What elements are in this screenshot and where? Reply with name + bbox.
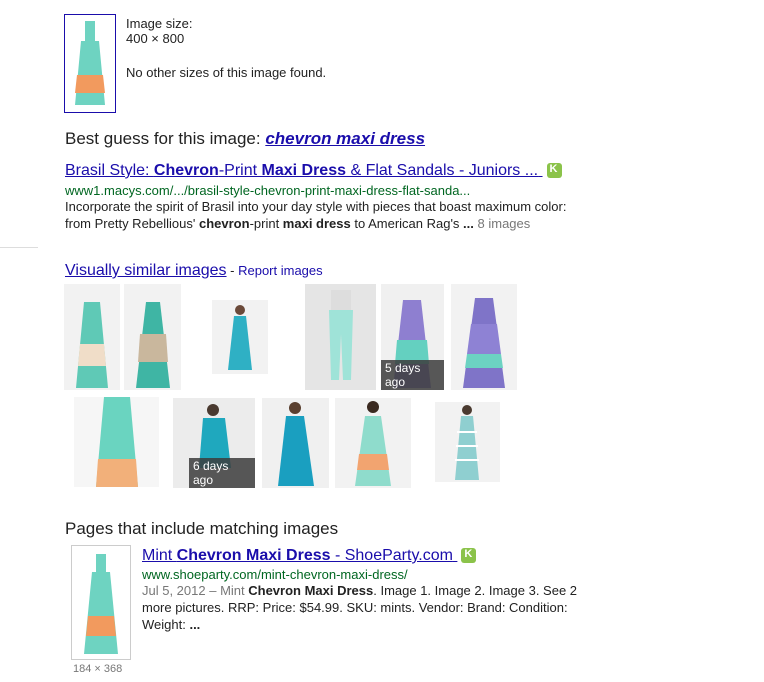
similar-image-thumb[interactable]: 5 days ago <box>381 284 444 390</box>
snippet-bold: maxi dress <box>282 216 351 231</box>
snippet-text: -print <box>249 216 283 231</box>
page-result: Mint Chevron Maxi Dress - ShoeParty.com … <box>142 547 642 633</box>
visually-similar-link[interactable]: Visually similar images <box>65 262 227 279</box>
result-snippet: Incorporate the spirit of Brasil into yo… <box>65 198 705 232</box>
page-result-thumbnail[interactable] <box>71 545 131 660</box>
query-image-thumbnail[interactable] <box>64 14 116 113</box>
best-guess-prefix: Best guess for this image: <box>65 129 261 148</box>
similar-image-thumb[interactable] <box>212 300 268 374</box>
snippet-line: Incorporate the spirit of Brasil into yo… <box>65 199 567 214</box>
snippet-line: from Pretty Rebellious' chevron-print ma… <box>65 215 705 232</box>
page-date: Jul 5, 2012 <box>142 583 206 598</box>
similar-image-thumb[interactable] <box>335 398 411 488</box>
snippet-line: Jul 5, 2012 – Mint Chevron Maxi Dress. I… <box>142 582 642 599</box>
snippet-ellipsis: ... <box>463 216 474 231</box>
page-title-part: Mint <box>142 547 177 564</box>
thumb-size: 184 × 368 <box>73 663 123 675</box>
timestamp-badge: 6 days ago <box>189 458 255 488</box>
timestamp-badge: 5 days ago <box>381 360 444 390</box>
snippet-text: Weight: <box>142 617 190 632</box>
kudos-badge-icon[interactable] <box>461 548 477 564</box>
result-title-part: Brasil Style: <box>65 162 154 179</box>
page-result-snippet: Jul 5, 2012 – Mint Chevron Maxi Dress. I… <box>142 582 642 633</box>
result-title-link[interactable]: Brasil Style: Chevron-Print Maxi Dress &… <box>65 162 543 179</box>
search-result: Brasil Style: Chevron-Print Maxi Dress &… <box>65 162 705 232</box>
snippet-text: from Pretty Rebellious' <box>65 216 199 231</box>
divider <box>0 247 38 248</box>
best-guess-query-link[interactable]: chevron maxi dress <box>265 129 425 148</box>
snippet-bold: chevron <box>198 216 250 231</box>
snippet-text: . Image 1. Image 2. Image 3. See 2 <box>373 583 578 598</box>
similar-image-thumb[interactable] <box>451 284 517 390</box>
best-guess: Best guess for this image: chevron maxi … <box>65 129 425 149</box>
result-url: www1.macys.com/.../brasil-style-chevron-… <box>65 183 471 198</box>
snippet-text: – Mint <box>205 583 249 598</box>
page-title-bold: Chevron Maxi Dress <box>176 547 331 564</box>
snippet-text: to American Rag's <box>350 216 464 231</box>
snippet-ellipsis: ... <box>189 617 201 632</box>
page-result-url: www.shoeparty.com/mint-chevron-maxi-dres… <box>142 567 408 582</box>
image-size-value: 400 × 800 <box>126 31 185 46</box>
kudos-badge-icon[interactable] <box>546 163 562 179</box>
similar-image-thumb[interactable] <box>64 284 120 390</box>
pages-heading: Pages that include matching images <box>65 519 339 538</box>
report-images-link[interactable]: Report images <box>238 263 323 278</box>
similar-image-thumb[interactable] <box>262 398 329 488</box>
images-count-link[interactable]: 8 images <box>478 216 531 231</box>
similar-image-thumb[interactable]: 6 days ago <box>173 398 255 488</box>
separator: - <box>226 263 239 278</box>
image-size-label: Image size: <box>126 16 193 31</box>
similar-image-thumb[interactable] <box>305 284 376 390</box>
result-title-bold: Chevron <box>153 162 219 179</box>
result-title-bold: Maxi Dress <box>261 162 347 179</box>
no-sizes-text: No other sizes of this image found. <box>126 65 327 80</box>
snippet-line: more pictures. RRP: Price: $54.99. SKU: … <box>142 600 568 615</box>
result-title-part: & Flat Sandals - Juniors ... <box>346 162 539 179</box>
similar-image-thumb[interactable] <box>74 397 159 487</box>
similar-image-thumb[interactable] <box>435 402 500 482</box>
snippet-line: Weight: ... <box>142 616 642 633</box>
result-title-part: -Print <box>218 162 262 179</box>
page-result-title-link[interactable]: Mint Chevron Maxi Dress - ShoeParty.com <box>142 547 457 564</box>
page-title-part: - ShoeParty.com <box>330 547 453 564</box>
similar-image-thumb[interactable] <box>124 284 181 390</box>
dress-thumbnail-graphic <box>75 21 105 105</box>
snippet-bold: Chevron Maxi Dress <box>248 583 374 598</box>
similar-header: Visually similar images - Report images <box>65 262 323 280</box>
